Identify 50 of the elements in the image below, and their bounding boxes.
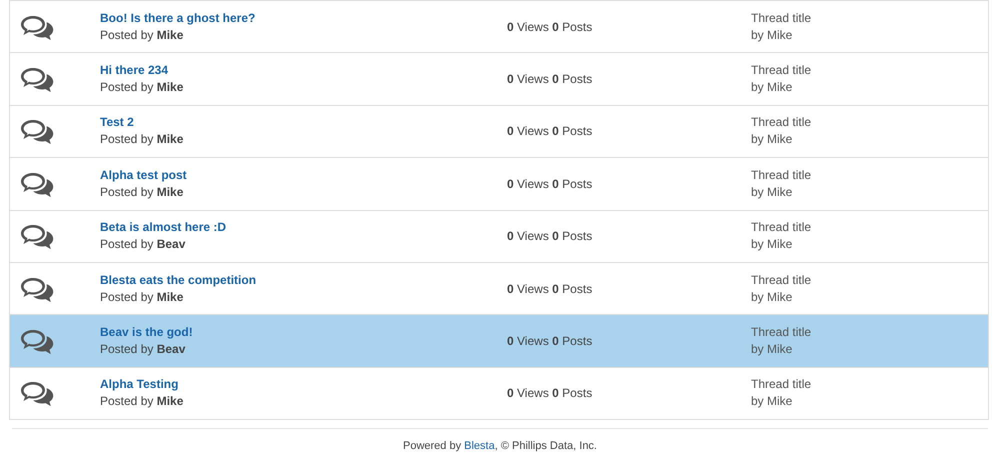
thread-title-link[interactable]: Test 2	[100, 114, 134, 132]
blesta-link[interactable]: Blesta	[464, 440, 495, 452]
last-post-title: Thread title	[751, 10, 812, 27]
thread-stats: 0 Views 0 Posts	[507, 124, 592, 138]
thread-title-link[interactable]: Boo! Is there a ghost here?	[100, 10, 256, 27]
thread-author: Posted by Mike	[100, 393, 184, 410]
thread-title-link[interactable]: Alpha test post	[100, 166, 187, 184]
last-post-title: Thread title	[751, 272, 812, 289]
thread-stats: 0 Views 0 Posts	[507, 282, 592, 296]
last-post-author: by Mike	[751, 236, 792, 254]
last-post-author: by Mike	[751, 393, 792, 410]
thread-row[interactable]: Boo! Is there a ghost here? Posted by Mike 0 Views 0 Posts Thread title by Mike	[10, 0, 988, 52]
thread-stats: 0 Views 0 Posts	[507, 176, 592, 191]
last-post-title: Thread title	[751, 62, 812, 80]
last-post-title: Thread title	[751, 219, 812, 236]
footer-text: Powered by Blesta, © Phillips Data, Inc.	[403, 439, 597, 454]
last-post-author: by Mike	[751, 26, 792, 44]
last-post-author: by Mike	[751, 288, 792, 306]
thread-stats: 0 Views 0 Posts	[507, 72, 592, 86]
thread-title-link[interactable]: Alpha Testing	[100, 376, 178, 394]
thread-stats: 0 Views 0 Posts	[507, 386, 592, 400]
thread-author: Posted by Mike	[100, 288, 184, 306]
thread-title-link[interactable]: Blesta eats the competition	[100, 272, 256, 289]
thread-author: Posted by Beav	[100, 236, 186, 254]
speech-bubbles-icon	[19, 379, 55, 408]
last-post-author: by Mike	[751, 131, 792, 148]
thread-author: Posted by Mike	[100, 79, 184, 96]
thread-author: Posted by Mike	[100, 184, 184, 201]
speech-bubbles-icon	[19, 117, 55, 146]
last-post-author: by Mike	[751, 79, 792, 96]
last-post-author: by Mike	[751, 341, 792, 358]
thread-stats: 0 Views 0 Posts	[507, 20, 592, 34]
thread-author: Posted by Beav	[100, 341, 186, 358]
last-post-title: Thread title	[751, 376, 812, 394]
last-post-title: Thread title	[751, 324, 812, 342]
thread-title-link[interactable]: Beta is almost here :D	[100, 219, 226, 236]
speech-bubbles-icon	[19, 222, 55, 250]
last-post-title: Thread title	[751, 114, 812, 132]
thread-author: Posted by Mike	[100, 131, 184, 148]
thread-stats: 0 Views 0 Posts	[507, 229, 592, 244]
thread-row[interactable]: Beav is the god! Posted by Beav 0 Views 0 Posts Thread title by Mike	[10, 314, 988, 367]
thread-title-link[interactable]: Hi there 234	[100, 62, 168, 80]
last-post-author: by Mike	[751, 184, 792, 201]
last-post-title: Thread title	[751, 166, 812, 184]
speech-bubbles-icon	[19, 65, 55, 94]
speech-bubbles-icon	[19, 327, 55, 356]
thread-stats: 0 Views 0 Posts	[507, 334, 592, 348]
thread-title-link[interactable]: Beav is the god!	[100, 324, 193, 342]
thread-author: Posted by Mike	[100, 26, 184, 44]
thread-row[interactable]: Blesta eats the competition Posted by Mike 0 Views 0 Posts Thread title by Mike	[10, 262, 988, 314]
